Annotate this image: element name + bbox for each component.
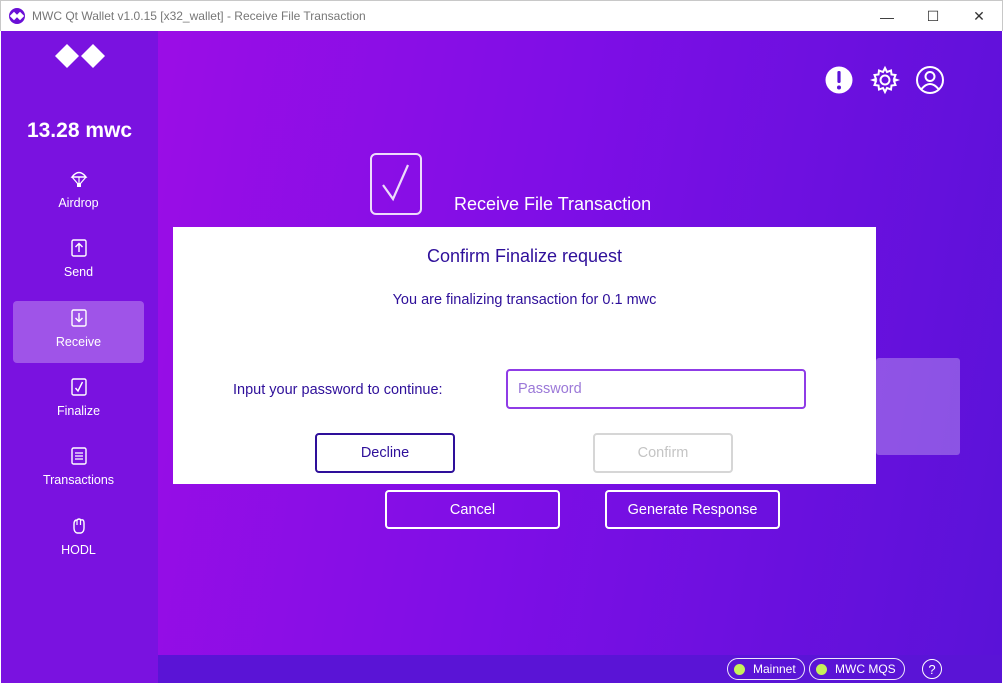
confirm-finalize-dialog: Confirm Finalize request You are finaliz… xyxy=(173,227,876,484)
mqs-status-badge[interactable]: MWC MQS xyxy=(809,658,905,680)
minimize-button[interactable]: — xyxy=(864,1,910,32)
sidebar-item-finalize[interactable]: Finalize xyxy=(13,370,144,432)
status-dot-icon xyxy=(734,663,745,675)
window-title: MWC Qt Wallet v1.0.15 [x32_wallet] - Rec… xyxy=(32,9,366,23)
maximize-button[interactable]: ☐ xyxy=(910,1,956,32)
side-panel xyxy=(876,358,960,455)
sidebar-item-send[interactable]: Send xyxy=(13,231,144,293)
status-bar: Mainnet MWC MQS ? xyxy=(158,655,1002,683)
sidebar-item-transactions[interactable]: Transactions xyxy=(13,439,144,501)
notification-alert-icon[interactable] xyxy=(824,65,854,95)
finalize-check-icon xyxy=(370,153,422,215)
status-dot-icon xyxy=(816,663,827,675)
settings-gear-icon[interactable] xyxy=(870,65,900,95)
sidebar-item-label: Send xyxy=(63,265,94,279)
decline-button[interactable]: Decline xyxy=(315,433,455,473)
receive-arrow-down-icon xyxy=(71,309,87,327)
help-icon[interactable]: ? xyxy=(922,659,942,679)
close-button[interactable]: ✕ xyxy=(956,1,1002,32)
password-input[interactable] xyxy=(506,369,806,409)
sidebar-item-label: HODL xyxy=(61,543,96,557)
app-logo-icon xyxy=(9,8,25,24)
sidebar-item-hodl[interactable]: HODL xyxy=(13,509,144,571)
title-bar: MWC Qt Wallet v1.0.15 [x32_wallet] - Rec… xyxy=(0,0,1003,31)
cancel-button[interactable]: Cancel xyxy=(385,490,560,529)
generate-response-button[interactable]: Generate Response xyxy=(605,490,780,529)
fist-icon xyxy=(73,518,85,534)
dialog-title: Confirm Finalize request xyxy=(426,246,623,266)
sidebar: 13.28 mwc Airdrop Send Receive Finalize xyxy=(1,31,158,683)
mwc-logo-icon xyxy=(55,44,105,68)
account-user-icon[interactable] xyxy=(915,65,945,95)
parachute-icon xyxy=(70,171,88,187)
page-title: Receive File Transaction xyxy=(454,194,652,214)
send-arrow-up-icon xyxy=(71,239,87,257)
sidebar-item-label: Transactions xyxy=(42,473,115,487)
sidebar-item-airdrop[interactable]: Airdrop xyxy=(13,162,144,224)
sidebar-item-label: Finalize xyxy=(56,404,101,418)
dialog-message: You are finalizing transaction for 0.1 m… xyxy=(392,292,657,308)
sidebar-item-label: Airdrop xyxy=(58,196,99,210)
mqs-label: MWC MQS xyxy=(835,662,896,676)
confirm-button[interactable]: Confirm xyxy=(593,433,733,473)
network-status-badge[interactable]: Mainnet xyxy=(727,658,805,680)
network-label: Mainnet xyxy=(753,662,796,676)
check-box-icon xyxy=(71,378,87,396)
list-document-icon xyxy=(71,447,87,465)
wallet-balance: 13.28 mwc xyxy=(26,119,133,142)
sidebar-item-label: Receive xyxy=(55,335,102,349)
sidebar-item-receive[interactable]: Receive xyxy=(13,301,144,363)
password-label: Input your password to continue: xyxy=(233,382,443,398)
